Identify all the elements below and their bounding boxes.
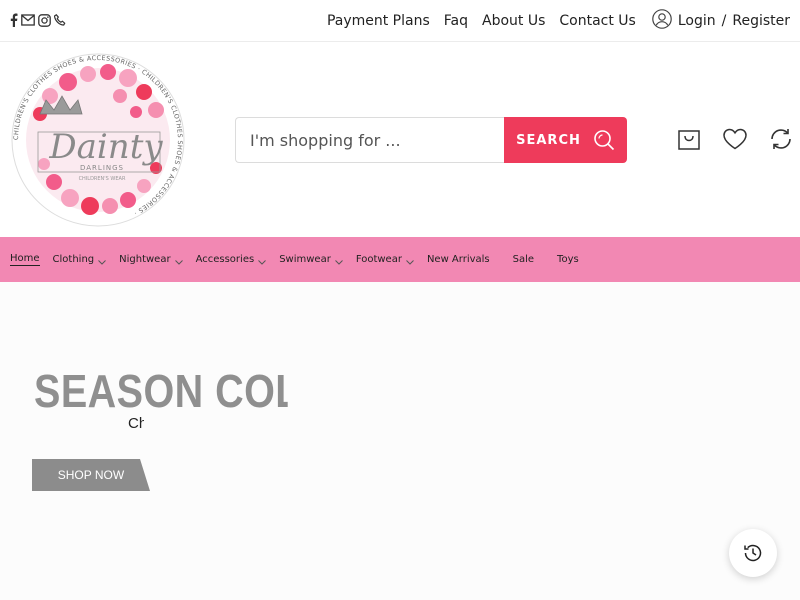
faq-link[interactable]: Faq	[444, 13, 468, 29]
search-icon	[594, 130, 614, 151]
chevron-down-icon	[98, 259, 106, 265]
nav-item-label: Accessories	[195, 254, 255, 265]
search-input[interactable]	[235, 117, 504, 163]
top-bar: Payment Plans Faq About Us Contact Us Lo…	[0, 0, 800, 42]
search-button-label: SEARCH	[516, 132, 581, 148]
shop-now-label: SHOP NOW	[57, 468, 125, 482]
shop-now-button[interactable]: SHOP NOW	[32, 459, 152, 491]
compare-icon[interactable]	[768, 126, 794, 152]
logo-line3: CHILDREN'S WEAR	[79, 176, 126, 182]
chevron-down-icon	[334, 259, 343, 265]
main-nav: Home Clothing Nightwear Accessories Swim…	[0, 237, 800, 282]
nav-item-nightwear[interactable]: Nightwear	[119, 254, 183, 265]
history-icon	[744, 544, 762, 562]
nav-item-new-arrivals[interactable]: New Arrivals	[427, 254, 490, 265]
login-register: Login / Register	[652, 9, 790, 33]
about-us-link[interactable]: About Us	[482, 13, 545, 29]
recently-viewed-button[interactable]	[729, 529, 777, 577]
login-link[interactable]: Login	[678, 13, 716, 29]
nav-item-sale[interactable]: Sale	[513, 254, 534, 265]
nav-item-accessories[interactable]: Accessories	[196, 254, 267, 265]
login-separator: /	[721, 13, 727, 29]
register-link[interactable]: Register	[732, 13, 790, 29]
email-icon[interactable]	[21, 14, 35, 26]
nav-item-clothing[interactable]: Clothing	[53, 254, 107, 265]
user-icon[interactable]	[652, 9, 672, 33]
contact-us-link[interactable]: Contact Us	[559, 13, 635, 29]
logo-line2: DARLINGS	[80, 164, 124, 172]
search-form: SEARCH	[235, 117, 627, 163]
nav-item-label: Clothing	[52, 254, 95, 265]
search-button[interactable]: SEARCH	[504, 117, 627, 163]
nav-item-toys[interactable]: Toys	[557, 254, 579, 265]
shopping-bag-icon[interactable]	[676, 126, 702, 152]
nav-item-label: Home	[10, 253, 40, 266]
payment-plans-link[interactable]: Payment Plans	[327, 13, 430, 29]
hero-title: SEASON COLLECTION	[34, 365, 288, 414]
nav-item-label: New Arrivals	[426, 254, 490, 265]
site-logo[interactable]: CHILDREN'S CLOTHES SHOES & ACCESSORIES ·…	[10, 52, 186, 228]
nav-item-label: Footwear	[355, 254, 402, 265]
header-icons	[676, 126, 794, 152]
nav-item-label: Swimwear	[279, 254, 331, 265]
nav-item-footwear[interactable]: Footwear	[356, 254, 414, 265]
chevron-down-icon	[406, 259, 414, 265]
nav-item-swimwear[interactable]: Swimwear	[279, 254, 343, 265]
heart-icon[interactable]	[722, 126, 748, 152]
hero-subtitle: Children's Wear	[128, 415, 144, 432]
logo-brand: Dainty	[48, 127, 163, 167]
hero-banner: SEASON COLLECTION Children's Wear SHOP N…	[0, 282, 800, 600]
phone-icon[interactable]	[54, 14, 66, 26]
nav-item-label: Sale	[512, 254, 535, 265]
top-links: Payment Plans Faq About Us Contact Us Lo…	[327, 0, 790, 42]
chevron-down-icon	[174, 259, 183, 265]
social-links	[10, 13, 66, 27]
chevron-down-icon	[258, 259, 267, 265]
facebook-icon[interactable]	[10, 13, 18, 27]
nav-item-label: Toys	[557, 254, 579, 265]
instagram-icon[interactable]	[38, 13, 51, 27]
nav-item-label: Nightwear	[119, 254, 171, 265]
nav-item-home[interactable]: Home	[10, 253, 40, 266]
